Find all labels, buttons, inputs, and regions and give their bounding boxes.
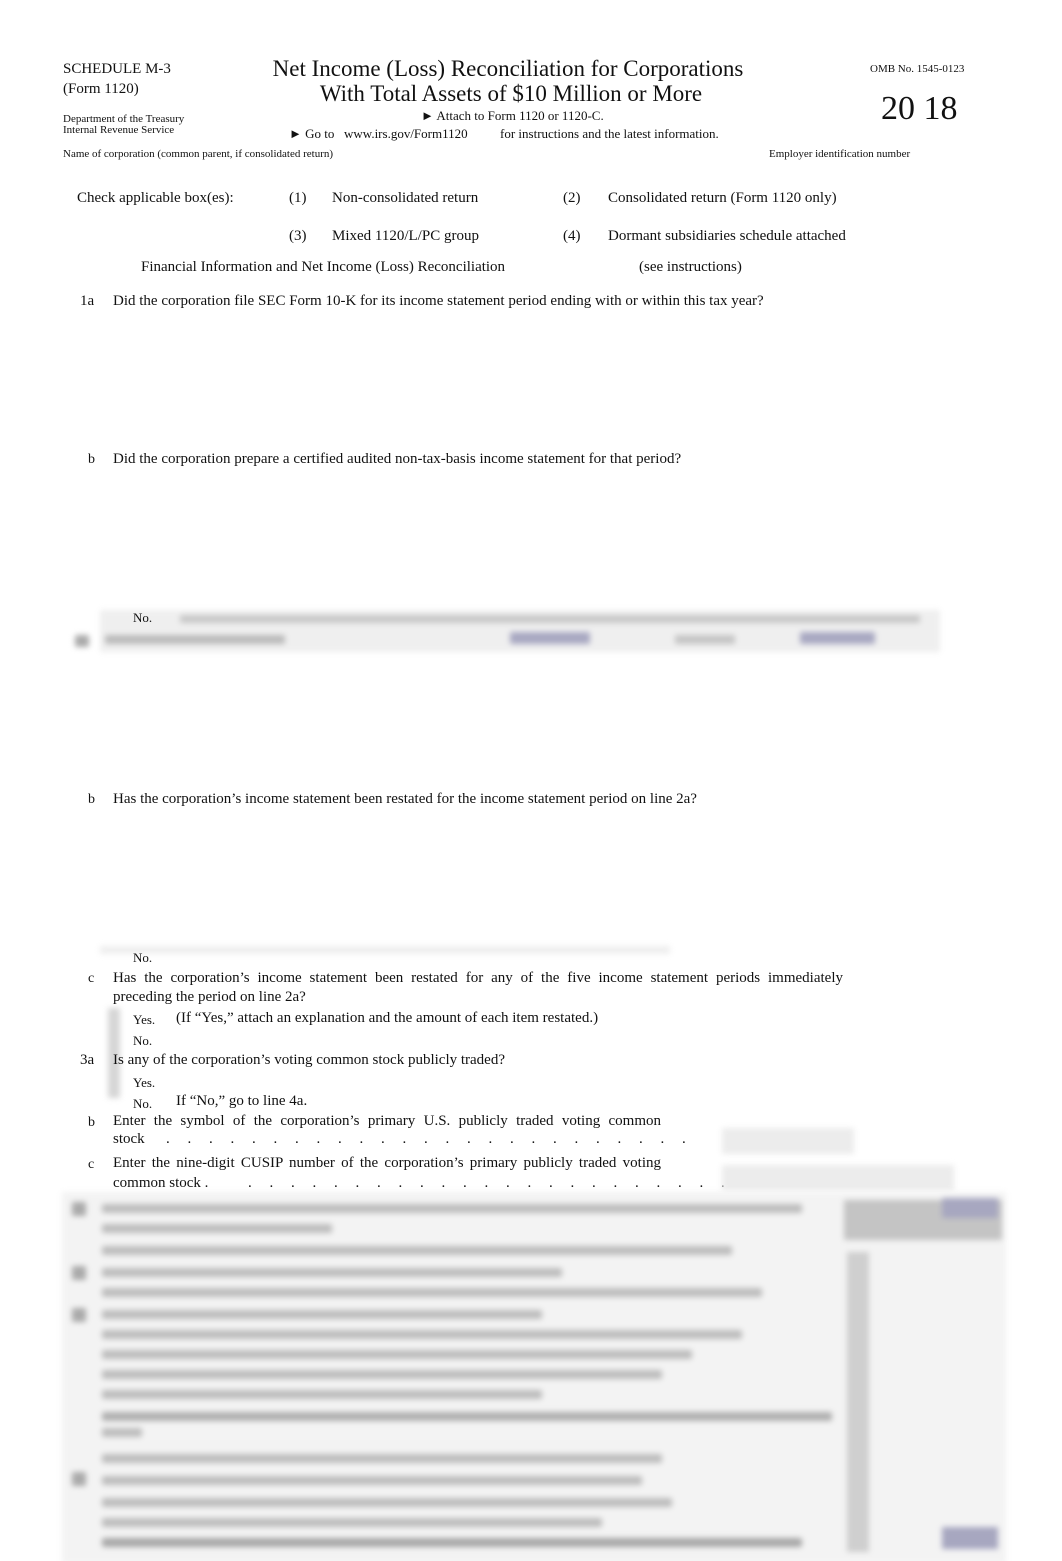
line-2b-text: Has the corporation’s income statement b… [113,791,697,807]
line-3b-number: b [88,1115,95,1130]
service: Internal Revenue Service [63,124,175,136]
obscured-line-2a [70,610,940,655]
checkbox-4-number[interactable]: (4) [563,229,581,244]
line-1a-number: 1a [80,293,95,309]
corporation-name-label: Name of corporation (common parent, if c… [63,148,334,160]
check-box-label: Check applicable box(es): [77,190,234,206]
schedule-m3-page: SCHEDULE M-3 (Form 1120) Department of t… [0,0,1062,1561]
checkbox-4-label: Dormant subsidiaries schedule attached [608,228,846,244]
checkbox-1-number[interactable]: (1) [289,191,307,206]
stock-symbol-field[interactable] [722,1128,854,1154]
form-number: (Form 1120) [63,81,139,97]
checkbox-3-number[interactable]: (3) [289,229,307,244]
line-1b-no-option[interactable]: No. [133,611,152,624]
form-title-line2: With Total Assets of $10 Million or More [319,81,703,106]
line-3a-no-note: If “No,” go to line 4a. [176,1093,308,1109]
line-3b-dots: . . . . . . . . . . . . . . . . . . . . … [166,1131,693,1147]
line-3a-number: 3a [80,1052,95,1068]
section-title: Financial Information and Net Income (Lo… [141,259,506,275]
line-3c-text-2: common stock . [113,1175,209,1191]
ein-label: Employer identification number [769,148,911,160]
section-note: (see instructions) [639,259,742,275]
checkbox-2-number[interactable]: (2) [563,191,581,206]
goto-suffix: for instructions and the latest informat… [500,126,719,141]
omb-number: OMB No. 1545-0123 [870,63,965,75]
line-2c-yes-option[interactable]: Yes. [133,1013,155,1026]
goto-prefix: ► Go to [289,126,335,141]
line-2c-text-1: Has the corporation’s income statement b… [113,970,843,986]
form-title-line1: Net Income (Loss) Reconciliation for Cor… [272,56,744,81]
line-2c-no-option[interactable]: No. [133,1034,152,1047]
line-3a-text: Is any of the corporation’s voting commo… [113,1052,505,1068]
cusip-field[interactable] [722,1165,954,1191]
line-1a-text: Did the corporation file SEC Form 10-K f… [113,293,764,309]
line-3c-text-1: Enter the nine-digit CUSIP number of the… [113,1155,661,1171]
checkbox-3-label: Mixed 1120/L/PC group [332,228,479,244]
line-3b-text-1: Enter the symbol of the corporation’s pr… [113,1113,661,1129]
line-2c-text-2: preceding the period on line 2a? [113,989,306,1005]
attach-instruction: ► Attach to Form 1120 or 1120-C. [421,108,604,123]
irs-link[interactable]: www.irs.gov/Form1120 [344,127,468,140]
line-2b-number: b [88,792,95,807]
line-3c-dots: . . . . . . . . . . . . . . . . . . . . … [248,1175,732,1191]
line-3b-text-2: stock [113,1131,145,1147]
line-2c-number: c [88,971,95,986]
line-1b-text: Did the corporation prepare a certified … [113,451,682,467]
line-3c-number: c [88,1157,95,1172]
line-1b-number: b [88,452,95,467]
line-2b-no-option[interactable]: No. [133,951,152,964]
line-3a-yes-option[interactable]: Yes. [133,1076,155,1089]
schedule-name: SCHEDULE M-3 [63,61,171,77]
line-2c-yes-note: (If “Yes,” attach an explanation and the… [176,1010,599,1026]
obscured-2b-options [100,946,670,954]
checkbox-2-label: Consolidated return (Form 1120 only) [608,190,837,206]
obscured-lower-section [62,1192,1006,1561]
tax-year: 20 18 [881,90,958,127]
line-3a-no-option[interactable]: No. [133,1097,152,1110]
checkbox-1-label: Non-consolidated return [332,190,479,206]
